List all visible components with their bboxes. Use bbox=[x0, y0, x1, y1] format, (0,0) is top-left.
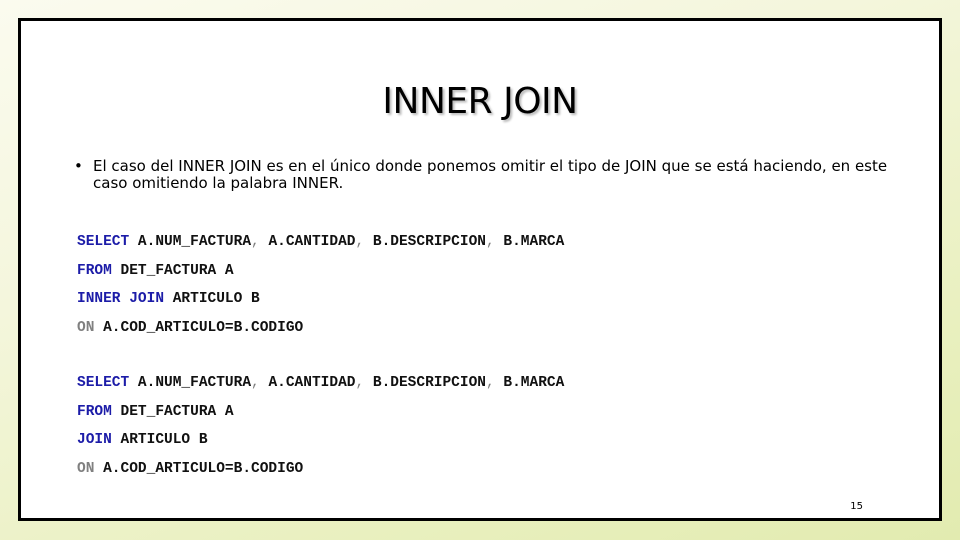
sql-column: B.DESCRIPCION bbox=[364, 375, 486, 391]
sql-line-from: FROM DET_FACTURA A bbox=[77, 398, 564, 427]
sql-table: ARTICULO B bbox=[164, 291, 260, 307]
sql-table: ARTICULO B bbox=[111, 432, 208, 448]
sql-comma: , bbox=[355, 375, 365, 391]
sql-column: A.CANTIDAD bbox=[259, 234, 356, 250]
sql-keyword-select: SELECT bbox=[77, 234, 130, 250]
sql-column: B.MARCA bbox=[494, 375, 565, 391]
sql-comma: , bbox=[251, 234, 260, 250]
sql-column: B.DESCRIPCION bbox=[364, 234, 486, 250]
sql-column: A.NUM_FACTURA bbox=[129, 234, 252, 250]
sql-line-join: INNER JOIN ARTICULO B bbox=[77, 285, 564, 314]
sql-comma: , bbox=[355, 234, 365, 250]
sql-comma: , bbox=[486, 234, 495, 250]
page-number: 15 bbox=[850, 501, 863, 512]
sql-keyword-from: FROM bbox=[77, 262, 112, 279]
sql-line-on: ON A.COD_ARTICULO=B.CODIGO bbox=[77, 314, 564, 343]
sql-line-join: JOIN ARTICULO B bbox=[77, 426, 564, 455]
sql-column: A.NUM_FACTURA bbox=[129, 375, 252, 391]
sql-query-inner-join: SELECT A.NUM_FACTURA, A.CANTIDAD, B.DESC… bbox=[77, 228, 564, 342]
slide-title: INNER JOIN bbox=[382, 81, 578, 122]
sql-keyword-select: SELECT bbox=[77, 375, 130, 391]
sql-line-on: ON A.COD_ARTICULO=B.CODIGO bbox=[77, 455, 564, 484]
sql-keyword-inner-join: INNER JOIN bbox=[77, 291, 165, 307]
bullet-point: • El caso del INNER JOIN es en el único … bbox=[74, 158, 903, 192]
sql-keyword-on: ON bbox=[77, 460, 95, 477]
bullet-icon: • bbox=[74, 157, 83, 175]
sql-keyword-from: FROM bbox=[77, 403, 112, 420]
sql-condition: A.COD_ARTICULO=B.CODIGO bbox=[94, 460, 304, 477]
sql-keyword-on: ON bbox=[77, 319, 95, 336]
sql-column: B.MARCA bbox=[494, 234, 565, 250]
sql-column: A.CANTIDAD bbox=[259, 375, 356, 391]
sql-table: DET_FACTURA A bbox=[111, 262, 234, 279]
sql-comma: , bbox=[251, 375, 260, 391]
sql-query-join: SELECT A.NUM_FACTURA, A.CANTIDAD, B.DESC… bbox=[77, 369, 564, 483]
sql-line-from: FROM DET_FACTURA A bbox=[77, 257, 564, 286]
sql-keyword-join: JOIN bbox=[77, 432, 112, 448]
sql-line-select: SELECT A.NUM_FACTURA, A.CANTIDAD, B.DESC… bbox=[77, 369, 564, 398]
sql-line-select: SELECT A.NUM_FACTURA, A.CANTIDAD, B.DESC… bbox=[77, 228, 564, 257]
slide: INNER JOIN • El caso del INNER JOIN es e… bbox=[18, 18, 942, 521]
sql-table: DET_FACTURA A bbox=[111, 403, 234, 420]
sql-condition: A.COD_ARTICULO=B.CODIGO bbox=[94, 319, 304, 336]
sql-comma: , bbox=[486, 375, 495, 391]
bullet-text: El caso del INNER JOIN es en el único do… bbox=[93, 157, 888, 192]
